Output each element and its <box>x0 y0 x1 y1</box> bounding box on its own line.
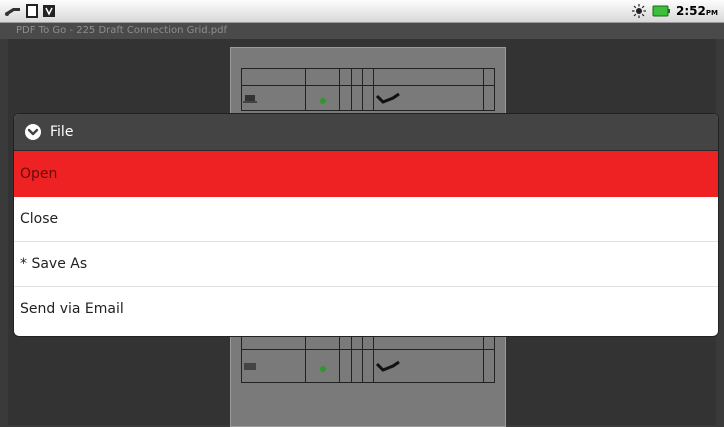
battery-icon <box>652 5 671 17</box>
dialog-header: File <box>14 114 718 151</box>
clock-ampm: PM <box>705 9 718 17</box>
printer-thumbnail-icon <box>244 362 256 370</box>
status-icons-left <box>4 3 56 19</box>
menu-item-close[interactable]: Close <box>14 197 718 242</box>
sd-card-icon <box>26 4 38 18</box>
app-title: PDF To Go - 225 Draft Connection Grid.pd… <box>0 23 724 39</box>
menu-item-save-as[interactable]: * Save As <box>14 242 718 287</box>
page-table-top <box>240 68 496 111</box>
usb-icon <box>5 8 20 16</box>
brightness-icon <box>632 4 647 18</box>
status-dot-icon <box>319 365 326 372</box>
status-clock: 2:52PM <box>676 4 718 18</box>
menu-item-open[interactable]: Open <box>14 151 718 197</box>
cable-thumbnail-icon <box>376 92 400 104</box>
status-bar: 2:52PM <box>0 0 724 23</box>
cable-thumbnail-icon <box>376 360 400 372</box>
debug-icon <box>43 5 55 17</box>
clock-time: 2:52 <box>676 4 706 18</box>
dialog-title: File <box>50 124 74 140</box>
chevron-down-circle-icon <box>25 124 41 140</box>
laptop-thumbnail-icon <box>243 94 257 103</box>
file-menu-dialog: File Open Close * Save As Send via Email <box>14 114 718 336</box>
status-dot-icon <box>319 97 326 104</box>
menu-item-send-via-email[interactable]: Send via Email <box>14 287 718 332</box>
status-icons-right: 2:52PM <box>632 2 718 20</box>
